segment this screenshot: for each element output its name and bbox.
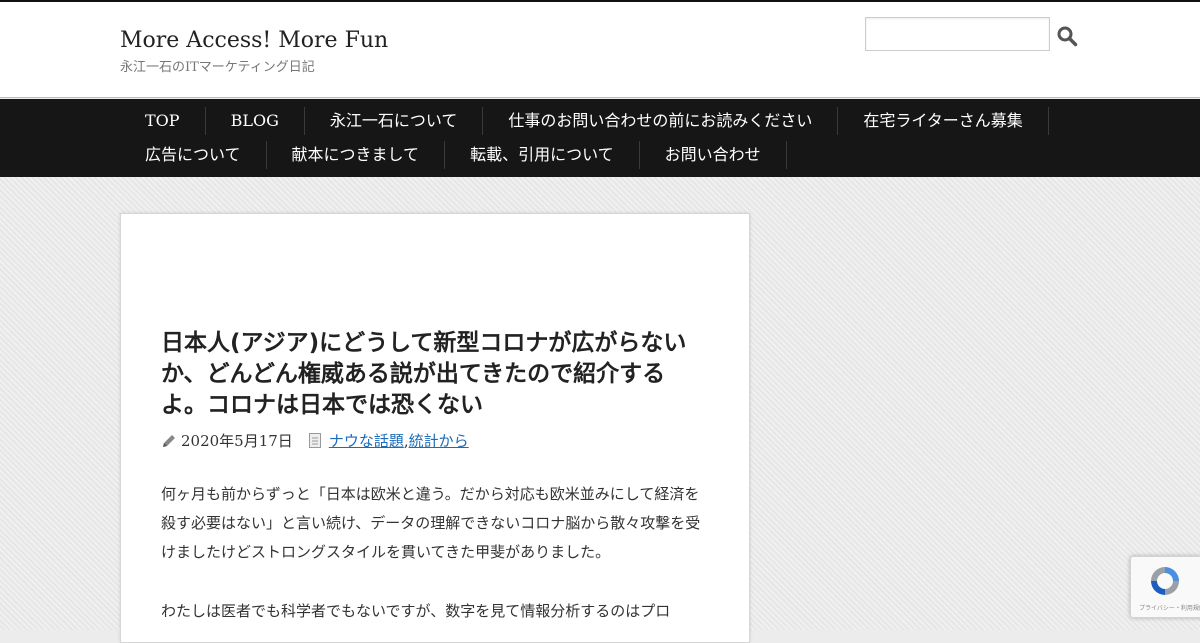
post-paragraph-1: 何ヶ月も前からずっと「日本は欧米と違う。だから対応も欧米並みにして経済を殺す必要… (161, 485, 701, 561)
search-input[interactable] (865, 17, 1050, 51)
nav-row-2: 広告について 献本につきまして 転載、引用について お問い合わせ (120, 138, 787, 172)
document-icon (308, 433, 321, 448)
recaptcha-privacy-terms[interactable]: プライバシー・利用規約 (1139, 603, 1200, 612)
post-title[interactable]: 日本人(アジア)にどうして新型コロナが広がらないか、どんどん権威ある説が出てきた… (161, 328, 711, 421)
site-header: More Access! More Fun 永江一石のITマーケティング日記 (0, 2, 1200, 97)
recaptcha-badge[interactable]: プライバシー・利用規約 (1130, 556, 1200, 618)
nav-item-work-inquiry-notice[interactable]: 仕事のお問い合わせの前にお読みください (483, 107, 839, 135)
category-link-statistics[interactable]: 統計から (409, 430, 469, 451)
site-title[interactable]: More Access! More Fun (120, 28, 388, 53)
post-date: 2020年5月17日 (181, 432, 293, 450)
post-paragraph-2: わたしは医者でも科学者でもないですが、数字を見て情報分析するのはプロ (161, 602, 671, 620)
search-icon[interactable] (1056, 25, 1078, 47)
nav-item-writer-recruit[interactable]: 在宅ライターさん募集 (838, 107, 1049, 135)
nav-item-reprint-quote[interactable]: 転載、引用について (445, 141, 640, 169)
pencil-icon (163, 434, 175, 447)
nav-item-contact[interactable]: お問い合わせ (640, 141, 787, 169)
post-card: 日本人(アジア)にどうして新型コロナが広がらないか、どんどん権威ある説が出てきた… (120, 213, 750, 643)
nav-item-top[interactable]: TOP (120, 107, 206, 135)
nav-row-1: TOP BLOG 永江一石について 仕事のお問い合わせの前にお読みください 在宅… (120, 104, 1049, 138)
nav-item-about[interactable]: 永江一石について (305, 107, 484, 135)
main-navigation: TOP BLOG 永江一石について 仕事のお問い合わせの前にお読みください 在宅… (0, 99, 1200, 177)
recaptcha-icon (1151, 567, 1179, 595)
nav-item-book-gifts[interactable]: 献本につきまして (267, 141, 446, 169)
nav-item-blog[interactable]: BLOG (206, 107, 305, 135)
category-link-now-topics[interactable]: ナウな話題 (329, 430, 404, 451)
header-divider (0, 97, 1200, 98)
nav-item-advertising[interactable]: 広告について (120, 141, 267, 169)
site-description: 永江一石のITマーケティング日記 (120, 60, 315, 75)
post-meta: 2020年5月17日 ナウな話題, 統計から (161, 430, 469, 451)
